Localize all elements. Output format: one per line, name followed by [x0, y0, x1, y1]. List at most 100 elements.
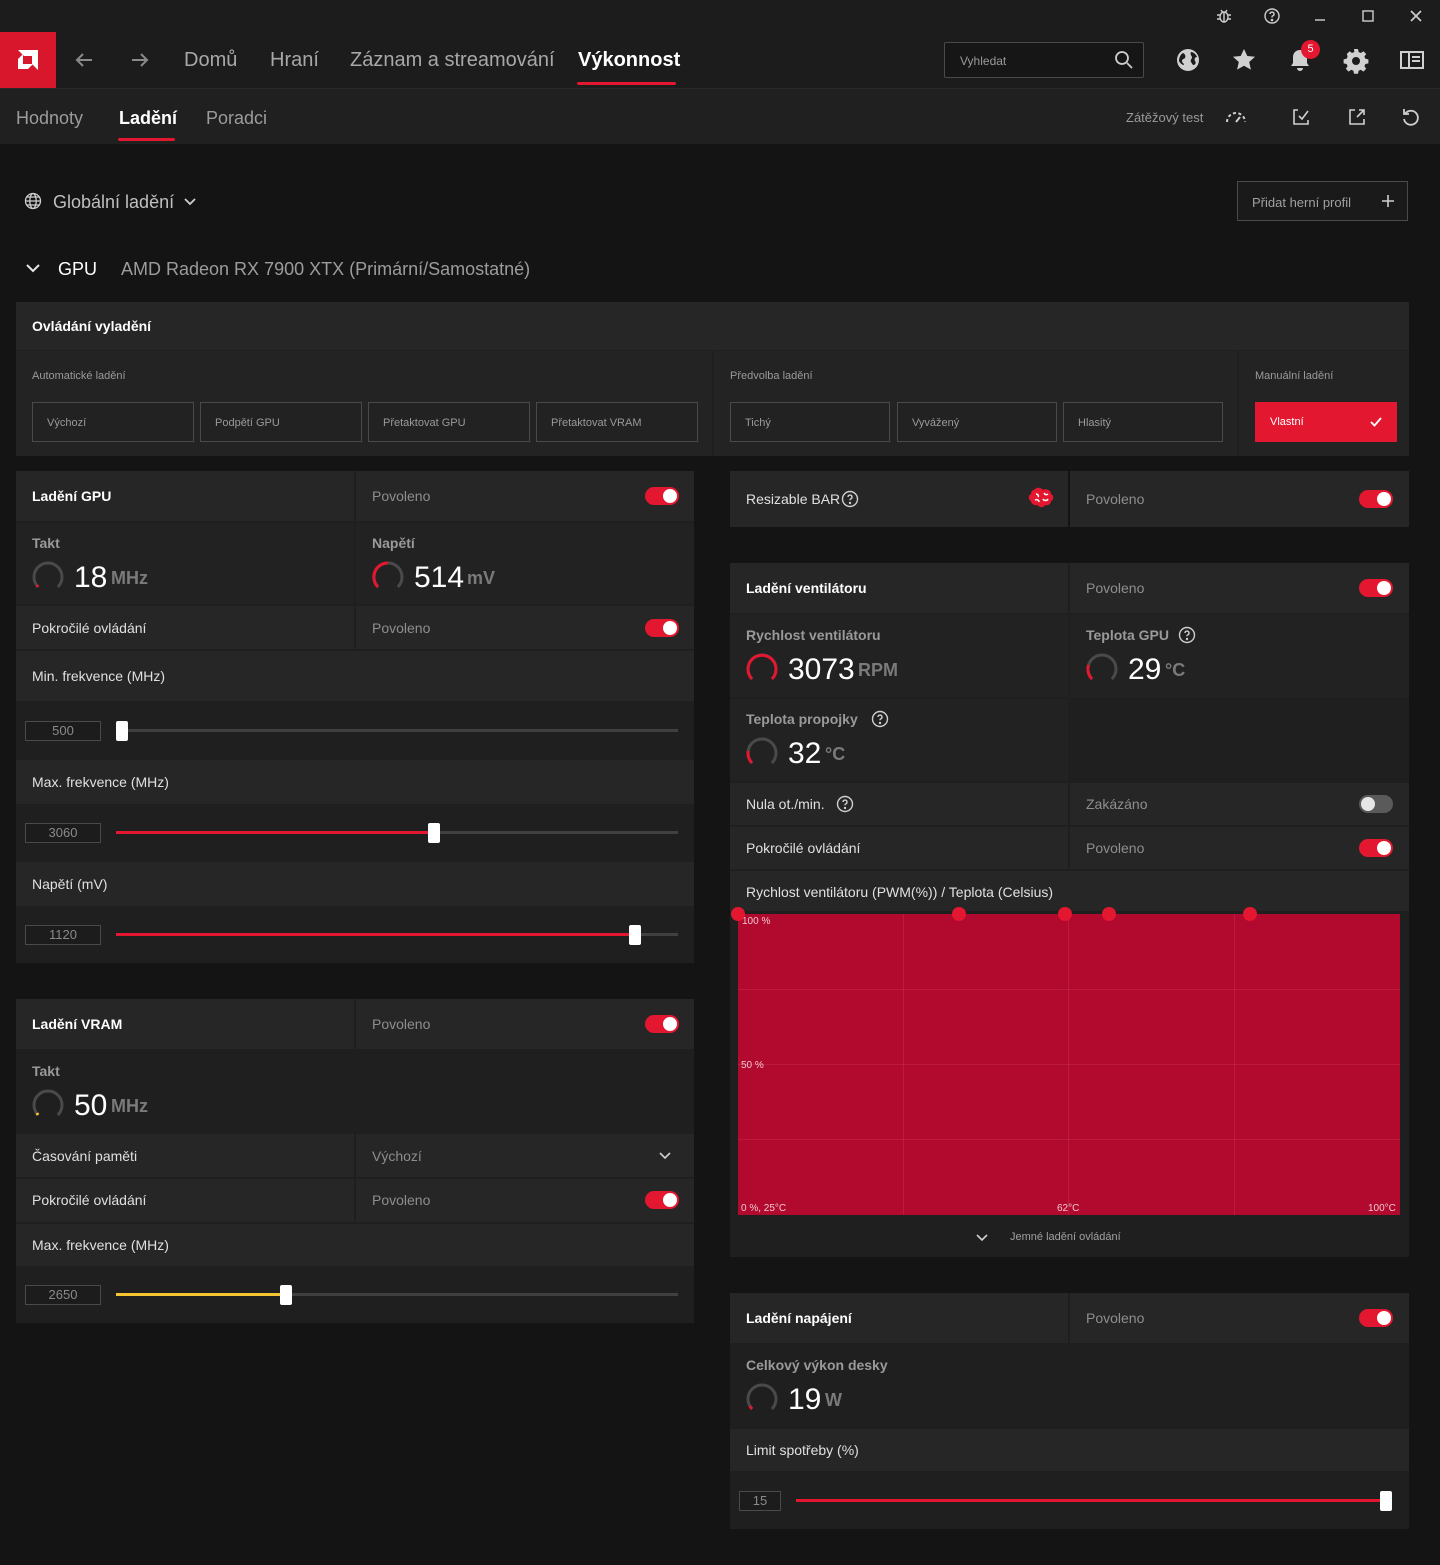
chart-gridline	[738, 1064, 1400, 1065]
plus-icon	[1380, 193, 1396, 209]
vram-tuning-toggle[interactable]	[645, 1015, 679, 1033]
gpu-min-freq-slider-handle[interactable]	[116, 721, 128, 741]
tuning-control-header	[16, 302, 1409, 350]
fan-curve-point[interactable]	[951, 907, 966, 921]
power-limit-input[interactable]: 15	[739, 1491, 781, 1511]
fan-tuning-toggle[interactable]	[1359, 579, 1393, 597]
vram-clock-label: Takt	[32, 1063, 60, 1079]
amd-logo-icon[interactable]	[0, 32, 56, 88]
gpu-min-freq-track	[121, 729, 678, 732]
vram-max-freq-fill	[116, 1293, 286, 1296]
gpu-max-freq-slider-handle[interactable]	[428, 823, 440, 843]
chart-gridline	[738, 989, 1400, 990]
preset-tuning-label: Předvolba ladění	[730, 370, 813, 382]
back-arrow-icon[interactable]	[72, 48, 96, 72]
vram-tuning-status: Povoleno	[372, 1016, 431, 1032]
favorites-star-icon[interactable]	[1230, 46, 1258, 74]
fine-tune-link[interactable]: Jemné ladění ovládání	[1010, 1231, 1121, 1243]
preset-quiet-button[interactable]: Tichý	[730, 402, 890, 442]
search-placeholder: Vyhledat	[960, 54, 1007, 68]
vram-max-freq-input[interactable]: 2650	[25, 1285, 101, 1305]
fan-curve-point[interactable]	[1057, 907, 1072, 921]
add-game-profile-button[interactable]: Přidat herní profil	[1237, 181, 1408, 221]
preset-loud-button[interactable]: Hlasitý	[1063, 402, 1223, 442]
gpu-max-freq-input[interactable]: 3060	[25, 823, 101, 843]
import-profile-icon[interactable]	[1290, 106, 1312, 128]
fan-curve-point[interactable]	[1101, 907, 1116, 921]
export-profile-icon[interactable]	[1346, 106, 1368, 128]
zero-rpm-label: Nula ot./min.	[746, 796, 825, 812]
timing-chevron-down-icon[interactable]	[657, 1148, 673, 1164]
smart-brain-icon	[1026, 486, 1056, 512]
chevron-down-icon[interactable]	[182, 194, 198, 210]
fan-curve-point[interactable]	[1242, 907, 1257, 921]
tab-metrics[interactable]: Hodnoty	[16, 108, 83, 129]
close-icon[interactable]	[1406, 6, 1426, 26]
gpu-clock-value: 18	[74, 561, 108, 594]
auto-default-button[interactable]: Výchozí	[32, 402, 194, 442]
auto-overclock-vram-button[interactable]: Přetaktovat VRAM	[536, 402, 698, 442]
fan-curve-chart[interactable]: 100 % 50 % 0 %, 25°C 62°C 100°C	[731, 907, 1400, 1215]
gpu-tuning-toggle[interactable]	[645, 487, 679, 505]
collapse-chevron-icon[interactable]	[24, 260, 42, 276]
chart-gridline	[738, 1139, 1400, 1140]
nav-record-stream[interactable]: Záznam a streamování	[350, 49, 555, 72]
gpu-voltage-gauge-icon	[371, 560, 405, 594]
power-tuning-toggle[interactable]	[1359, 1309, 1393, 1327]
x-tick-label: 100°C	[1368, 1203, 1396, 1214]
globe-icon[interactable]	[1174, 46, 1202, 74]
nav-gaming[interactable]: Hraní	[270, 49, 319, 72]
search-input[interactable]: Vyhledat	[944, 42, 1144, 78]
gpu-voltage-mv-slider-handle[interactable]	[629, 925, 641, 945]
minimize-icon[interactable]	[1310, 6, 1330, 26]
gpu-voltage-mv-input[interactable]: 1120	[25, 925, 101, 945]
forward-arrow-icon[interactable]	[128, 48, 152, 72]
resizable-bar-toggle[interactable]	[1359, 490, 1393, 508]
resizable-bar-help-icon[interactable]	[841, 490, 859, 508]
power-limit-label: Limit spotřeby (%)	[746, 1442, 859, 1458]
zero-rpm-status: Zakázáno	[1086, 796, 1148, 812]
sidebar-panel-icon[interactable]	[1398, 46, 1426, 74]
power-limit-slider-handle[interactable]	[1380, 1491, 1392, 1511]
vram-max-freq-slider-handle[interactable]	[280, 1285, 292, 1305]
vram-advanced-toggle[interactable]	[645, 1191, 679, 1209]
settings-gear-icon[interactable]	[1342, 46, 1370, 74]
fan-advanced-status: Povoleno	[1086, 840, 1145, 856]
manual-tuning-label: Manuální ladění	[1255, 370, 1334, 382]
nav-home[interactable]: Domů	[184, 49, 237, 72]
auto-undervolt-button[interactable]: Podpětí GPU	[200, 402, 362, 442]
gpu-max-freq-fill	[116, 831, 434, 834]
bug-icon[interactable]	[1214, 6, 1234, 26]
search-icon[interactable]	[1113, 49, 1135, 71]
nav-active-indicator	[577, 82, 676, 85]
help-icon[interactable]	[1262, 6, 1282, 26]
gpu-temp-gauge-icon	[1085, 652, 1119, 686]
auto-tuning-label: Automatické ladění	[32, 370, 126, 382]
gpu-max-freq-label: Max. frekvence (MHz)	[32, 774, 169, 790]
manual-custom-button[interactable]: Vlastní	[1255, 402, 1397, 442]
gpu-voltage-unit: mV	[467, 568, 496, 588]
gpu-voltage-mv-fill	[116, 933, 635, 936]
nav-performance[interactable]: Výkonnost	[578, 49, 680, 72]
stress-test-gauge-icon[interactable]	[1224, 106, 1246, 128]
reset-icon[interactable]	[1400, 106, 1422, 128]
fan-advanced-toggle[interactable]	[1359, 839, 1393, 857]
zero-rpm-help-icon[interactable]	[836, 795, 854, 813]
preset-balanced-button[interactable]: Vyvážený	[897, 402, 1057, 442]
tab-tuning[interactable]: Ladění	[119, 108, 177, 129]
gpu-advanced-toggle[interactable]	[645, 619, 679, 637]
profile-scope-dropdown[interactable]: Globální ladění	[53, 192, 174, 213]
title-bar	[0, 0, 1440, 32]
gpu-temp-help-icon[interactable]	[1178, 626, 1196, 644]
gpu-min-freq-input[interactable]: 500	[25, 721, 101, 741]
stress-test-label[interactable]: Zátěžový test	[1126, 110, 1203, 125]
fan-curve-point[interactable]	[731, 907, 745, 921]
auto-overclock-gpu-button[interactable]: Přetaktovat GPU	[368, 402, 530, 442]
zero-rpm-toggle[interactable]	[1359, 795, 1393, 813]
maximize-icon[interactable]	[1358, 6, 1378, 26]
notification-badge: 5	[1301, 40, 1320, 59]
fine-tune-chevron-icon[interactable]	[974, 1231, 990, 1245]
junction-temp-help-icon[interactable]	[871, 710, 889, 728]
tab-active-indicator	[118, 138, 175, 141]
tab-advisors[interactable]: Poradci	[206, 108, 267, 129]
